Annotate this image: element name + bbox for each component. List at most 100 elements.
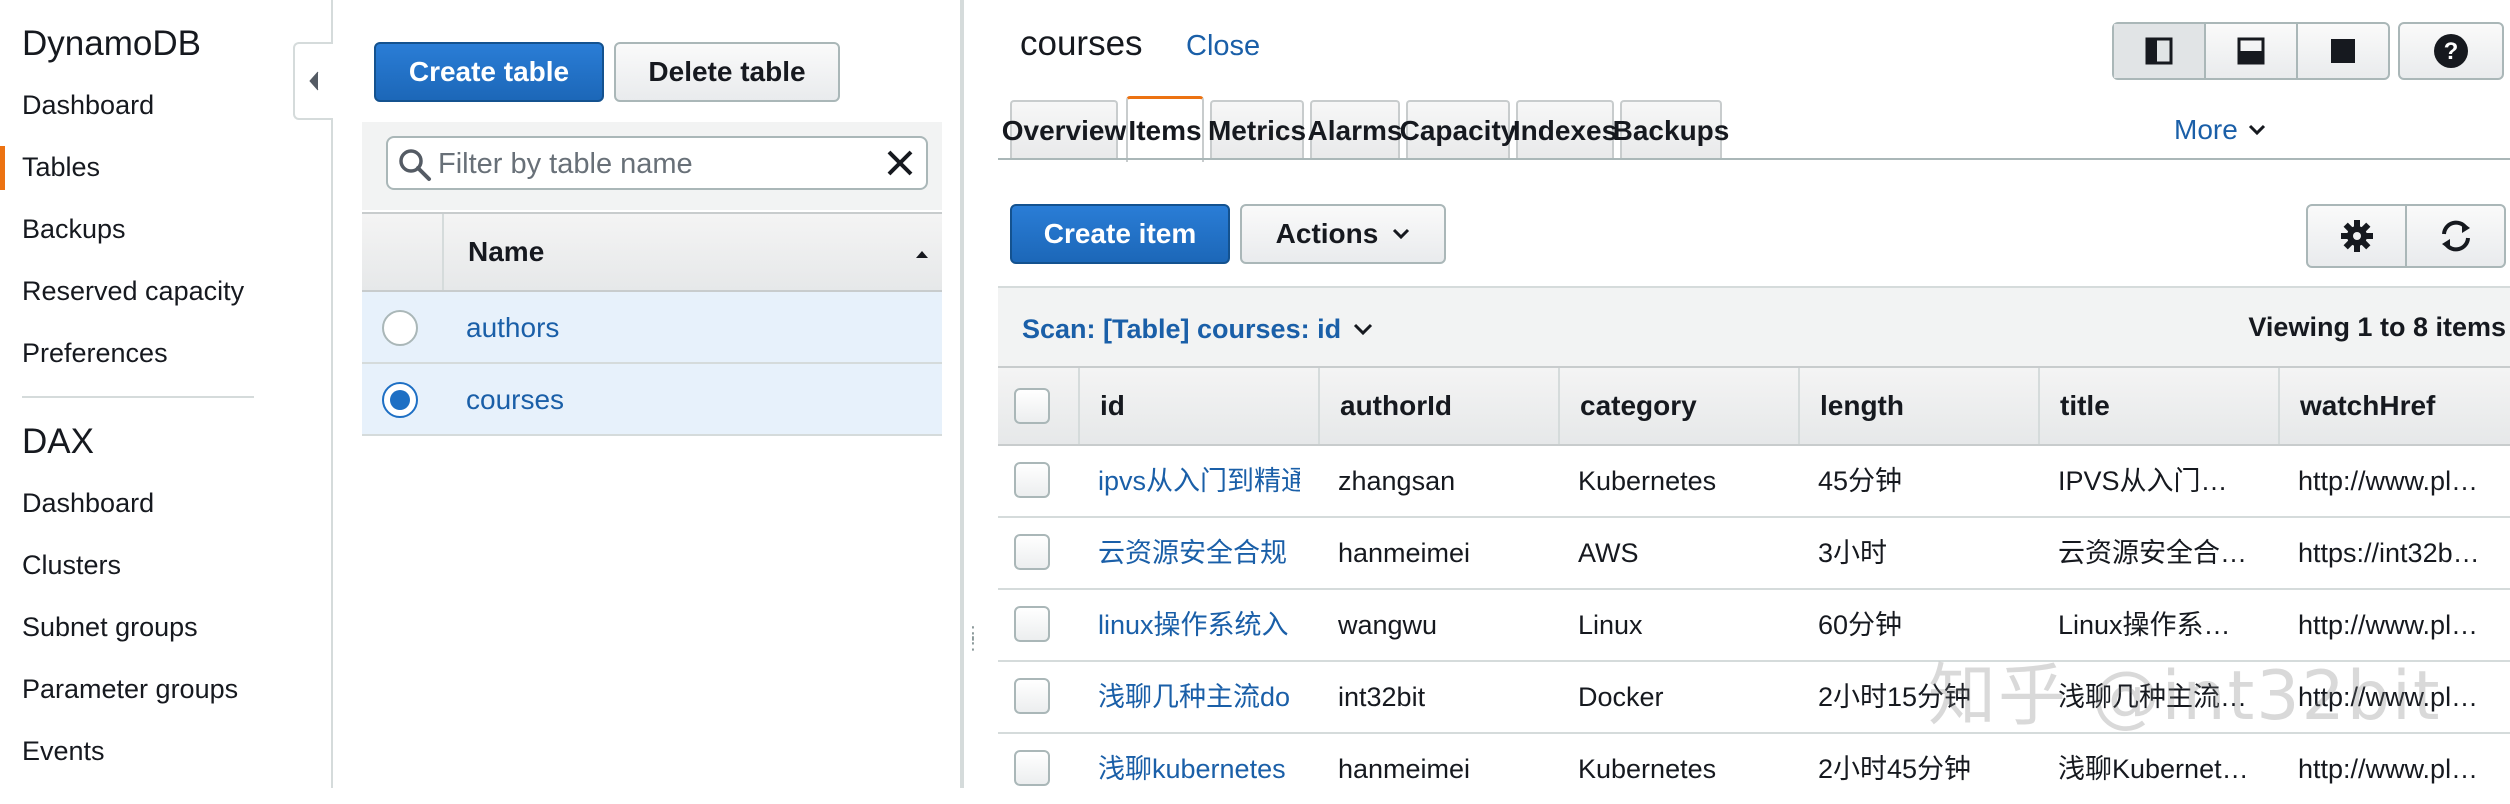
tab-metrics[interactable]: Metrics: [1208, 100, 1306, 160]
refresh-button[interactable]: [2407, 206, 2504, 266]
column-header-id[interactable]: id: [1078, 368, 1300, 444]
more-label: More: [2174, 114, 2238, 145]
table-row-courses[interactable]: courses: [362, 364, 942, 436]
cell-length: 3小时: [1818, 538, 1888, 568]
nav-divider: [22, 396, 254, 398]
table-link[interactable]: authors: [466, 312, 559, 344]
cell-watchhref: http://www.pl…: [2298, 754, 2479, 784]
table-list-header: Name: [362, 212, 942, 292]
nav-item-clusters[interactable]: Clusters: [22, 550, 121, 581]
refresh-icon: [2441, 220, 2470, 252]
nav-item-parameter-groups[interactable]: Parameter groups: [22, 674, 238, 705]
cell-watchhref: https://int32b…: [2298, 538, 2480, 568]
split-horizontal-view-button[interactable]: [2206, 24, 2298, 78]
nav-section-dax: DAX: [22, 422, 94, 461]
split-vertical-icon: [2145, 37, 2173, 65]
name-column-header[interactable]: Name: [468, 236, 544, 268]
row-checkbox[interactable]: [1014, 678, 1050, 714]
gear-icon: [2340, 220, 2373, 252]
column-header-watchhref[interactable]: watchHref: [2278, 368, 2510, 444]
scan-label: Scan: [Table] courses: id: [1022, 314, 1342, 344]
nav-active-indicator: [0, 146, 5, 190]
table-link[interactable]: courses: [466, 384, 564, 416]
item-id-link[interactable]: ipvs从入门到精通: [1078, 446, 1300, 516]
column-header-category[interactable]: category: [1558, 368, 1798, 444]
delete-table-button[interactable]: Delete table: [614, 42, 840, 102]
panel-splitter[interactable]: [960, 0, 964, 788]
item-id-link[interactable]: 浅聊kubernetes: [1078, 734, 1300, 804]
full-view-icon: [2331, 39, 2355, 63]
tab-overview[interactable]: Overview: [1002, 100, 1126, 160]
tab-more[interactable]: More: [2174, 114, 2266, 146]
select-all-checkbox[interactable]: [1014, 388, 1050, 424]
tab-capacity[interactable]: Capacity: [1400, 100, 1516, 160]
cell-category: Docker: [1578, 682, 1664, 712]
item-id-link[interactable]: 浅聊几种主流do: [1078, 662, 1300, 732]
actions-dropdown-button[interactable]: Actions: [1240, 204, 1446, 264]
nav-item-dax-dashboard[interactable]: Dashboard: [22, 488, 154, 519]
item-id-link[interactable]: linux操作系统入: [1078, 590, 1300, 660]
cell-title: 云资源安全合…: [2058, 538, 2247, 568]
settings-button[interactable]: [2308, 206, 2407, 266]
chevron-down-icon: [1393, 228, 1410, 240]
table-filter-input[interactable]: Filter by table name: [386, 136, 928, 190]
table-row[interactable]: 浅聊kubernetes hanmeimei Kubernetes 2小时45分…: [998, 734, 2510, 788]
filter-placeholder: Filter by table name: [438, 148, 693, 180]
scan-query-toggle[interactable]: Scan: [Table] courses: id: [1022, 314, 1373, 345]
cell-category: Kubernetes: [1578, 754, 1717, 784]
full-view-button[interactable]: [2298, 24, 2388, 78]
column-header-length[interactable]: length: [1798, 368, 2038, 444]
items-grid-header: id authorId category length title watchH…: [998, 366, 2510, 446]
collapse-nav-button[interactable]: [293, 42, 333, 120]
actions-label: Actions: [1275, 218, 1379, 249]
cell-authorid: zhangsan: [1338, 466, 1456, 496]
cell-length: 2小时45分钟: [1818, 754, 1972, 784]
splitter-handle-icon[interactable]: ⋮ ⋮: [964, 624, 982, 652]
nav-item-preferences[interactable]: Preferences: [22, 338, 168, 369]
table-row[interactable]: ipvs从入门到精通 zhangsan Kubernetes 45分钟 IPVS…: [998, 446, 2510, 518]
chevron-left-icon: [309, 71, 319, 91]
nav-item-reserved-capacity[interactable]: Reserved capacity: [22, 276, 244, 307]
table-row[interactable]: 云资源安全合规 hanmeimei AWS 3小时 云资源安全合… https:…: [998, 518, 2510, 590]
create-item-button[interactable]: Create item: [1010, 204, 1230, 264]
tab-items[interactable]: Items: [1126, 96, 1204, 162]
row-checkbox[interactable]: [1014, 462, 1050, 498]
nav-item-tables[interactable]: Tables: [22, 152, 100, 183]
chevron-down-icon: [2248, 124, 2265, 136]
row-checkbox[interactable]: [1014, 606, 1050, 642]
row-radio-selected[interactable]: [382, 382, 418, 418]
nav-item-events[interactable]: Events: [22, 736, 105, 767]
column-header-authorid[interactable]: authorId: [1318, 368, 1558, 444]
row-radio[interactable]: [382, 310, 418, 346]
sort-ascending-icon[interactable]: [914, 246, 930, 264]
split-vertical-view-button[interactable]: [2114, 24, 2206, 78]
item-id-link[interactable]: 云资源安全合规: [1078, 518, 1300, 588]
chevron-down-icon: [1354, 323, 1373, 335]
cell-category: Kubernetes: [1578, 466, 1717, 496]
cell-title: 浅聊Kubernet…: [2058, 754, 2249, 784]
tab-indexes[interactable]: Indexes: [1513, 100, 1617, 160]
layout-toggle-group: [2112, 22, 2390, 80]
nav-item-backups[interactable]: Backups: [22, 214, 126, 245]
help-button[interactable]: ?: [2398, 22, 2504, 80]
nav-section-dynamodb: DynamoDB: [22, 24, 201, 63]
filter-bar: Filter by table name: [362, 122, 942, 210]
create-table-button[interactable]: Create table: [374, 42, 604, 102]
tab-alarms[interactable]: Alarms: [1308, 100, 1402, 160]
row-checkbox[interactable]: [1014, 750, 1050, 786]
cell-title: IPVS从入门…: [2058, 466, 2228, 496]
cell-authorid: wangwu: [1338, 610, 1438, 640]
row-checkbox[interactable]: [1014, 534, 1050, 570]
tabs-underline: [998, 158, 2510, 160]
nav-item-subnet-groups[interactable]: Subnet groups: [22, 612, 198, 643]
nav-item-dashboard[interactable]: Dashboard: [22, 90, 154, 121]
header-divider: [442, 214, 444, 290]
watermark: 知乎 @int32bit: [1928, 657, 2442, 736]
search-icon: [398, 148, 432, 187]
close-detail-link[interactable]: Close: [1186, 30, 1260, 63]
clear-filter-icon[interactable]: [884, 147, 916, 184]
tab-backups[interactable]: Backups: [1613, 100, 1729, 160]
grid-tools-group: [2306, 204, 2506, 268]
table-row-authors[interactable]: authors: [362, 292, 942, 364]
column-header-title[interactable]: title: [2038, 368, 2278, 444]
